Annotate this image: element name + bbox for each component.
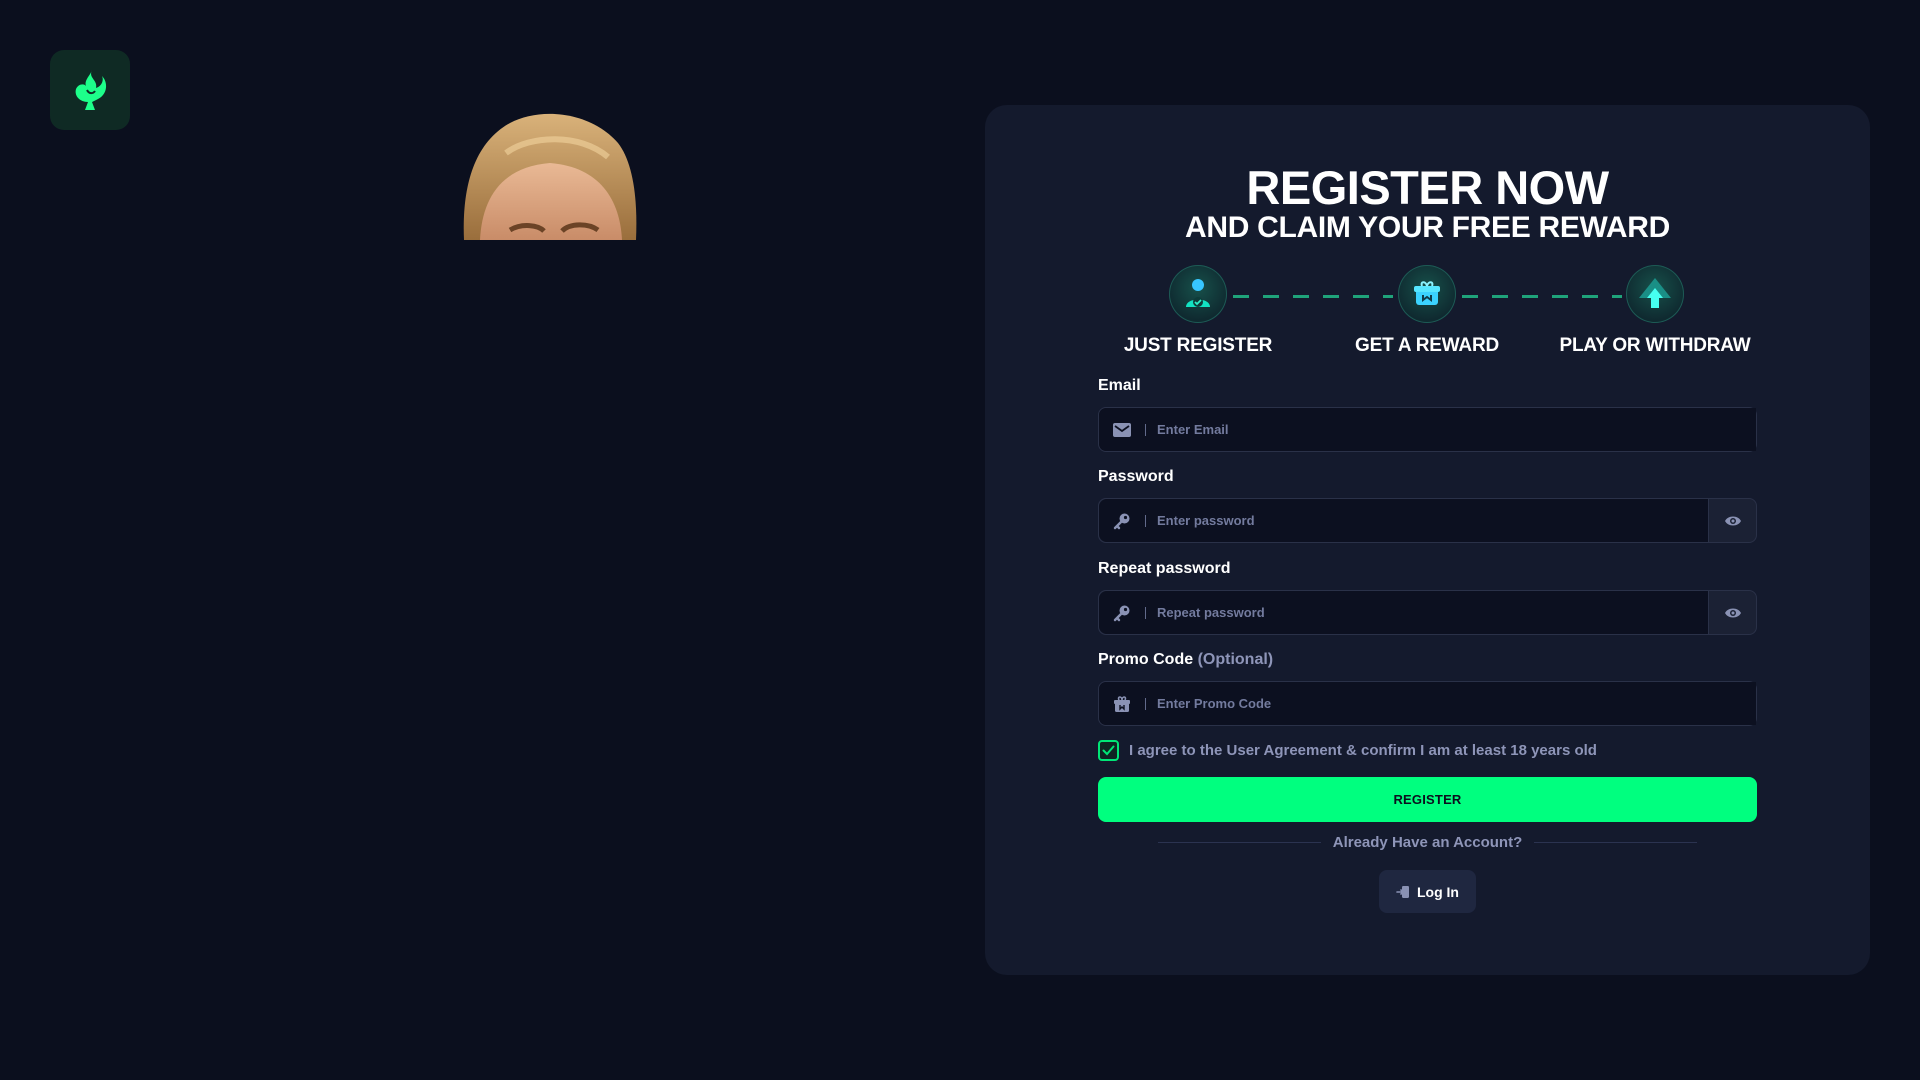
step-just-register: JUST REGISTER [1088,265,1308,357]
divider-line [1158,841,1321,843]
agree-text[interactable]: I agree to the User Agreement & confirm … [1129,742,1597,759]
repeat-password-field-inner [1099,591,1709,634]
login-button[interactable]: Log In [1379,870,1476,913]
divider-line [1534,841,1697,843]
step-play-withdraw: PLAY OR WITHDRAW [1545,265,1765,357]
field-separator [1145,697,1146,710]
login-door-icon [1396,885,1409,898]
email-input[interactable] [1157,408,1756,451]
field-separator [1145,423,1146,436]
key-icon [1099,512,1145,530]
repeat-password-label: Repeat password [1098,560,1231,577]
repeat-password-field-wrap [1098,590,1757,635]
register-card: REGISTER NOW AND CLAIM YOUR FREE REWARD [985,105,1870,975]
promo-code-label-text: Promo Code [1098,651,1194,668]
account-divider: Already Have an Account? [1158,832,1697,852]
spade-flame-icon [75,70,107,110]
email-field-wrap [1098,407,1757,452]
email-field-inner [1099,408,1756,451]
gift-icon [1099,695,1145,713]
step-label: PLAY OR WITHDRAW [1559,335,1751,356]
promo-field-inner [1099,682,1756,725]
arrow-up-icon [1626,265,1684,323]
check-icon [1102,745,1115,756]
envelope-icon [1099,422,1145,437]
steps-tracker: JUST REGISTER GET A REWARD PLAY OR WITHD… [1098,265,1757,365]
field-separator [1145,606,1146,619]
eye-icon[interactable] [1709,499,1756,542]
password-field-inner [1099,499,1709,542]
promo-code-input[interactable] [1157,682,1756,725]
key-icon [1099,604,1145,622]
password-label: Password [1098,468,1174,485]
email-label: Email [1098,377,1141,394]
agree-checkbox[interactable] [1098,740,1119,761]
password-field-wrap [1098,498,1757,543]
page-title: REGISTER NOW [1246,161,1609,214]
repeat-password-input[interactable] [1157,591,1708,634]
step-get-reward: GET A REWARD [1317,265,1537,357]
promo-code-label: Promo Code (Optional) [1098,651,1273,669]
login-button-label: Log In [1417,883,1459,900]
promo-portrait [460,105,640,240]
gift-box-icon [1398,265,1456,323]
field-separator [1145,514,1146,527]
step-label: GET A REWARD [1355,335,1499,356]
register-button[interactable]: REGISTER [1098,777,1757,822]
page-subtitle: AND CLAIM YOUR FREE REWARD [1185,211,1670,244]
promo-field-wrap [1098,681,1757,726]
promo-code-optional: (Optional) [1197,651,1274,668]
logo[interactable] [50,50,130,130]
step-label: JUST REGISTER [1123,335,1273,356]
agreement-row: I agree to the User Agreement & confirm … [1098,740,1597,761]
already-account-text: Already Have an Account? [1332,833,1523,851]
password-input[interactable] [1157,499,1708,542]
eye-icon[interactable] [1709,591,1756,634]
user-check-icon [1169,265,1227,323]
register-page: REGISTER NOW AND CLAIM YOUR FREE REWARD [0,0,1920,1080]
